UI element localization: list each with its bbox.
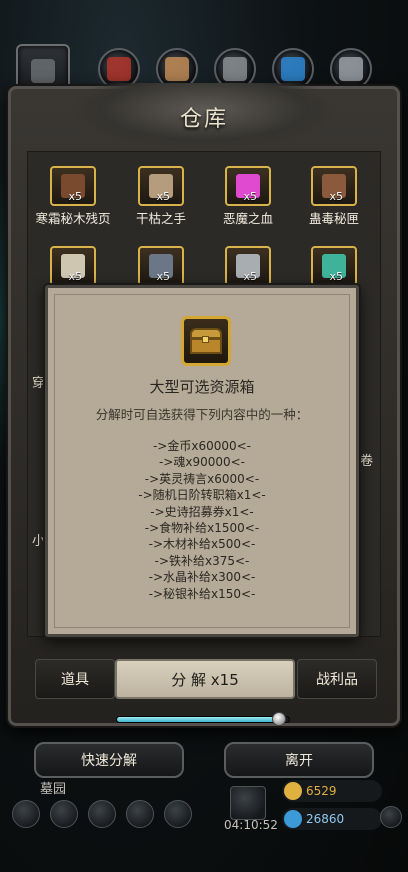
- add-currency-icon[interactable]: [380, 806, 402, 828]
- reward-options-list: ->金币x60000<- ->魂x90000<- ->英灵祷言x6000<- -…: [48, 438, 356, 602]
- timer: 04:10:52: [224, 818, 278, 832]
- chain-icon: [339, 57, 363, 81]
- tab-items[interactable]: 道具: [35, 659, 115, 699]
- gem-counter: 26860: [282, 808, 382, 830]
- item-name: 寒霜秘木残页: [35, 211, 111, 226]
- item-slot: x5: [138, 246, 184, 286]
- item-name: 恶魔之血: [222, 211, 273, 226]
- item-qty: x5: [68, 270, 82, 283]
- reward-option: ->随机日阶转职箱x1<-: [138, 488, 266, 503]
- dialog-subtitle: 分解时可自选获得下列内容中的一种：: [95, 407, 309, 422]
- item-qty: x5: [329, 270, 343, 283]
- quick-decompose-button[interactable]: 快速分解: [34, 742, 184, 778]
- item-qty: x5: [156, 270, 170, 283]
- helmet-icon: [31, 59, 55, 83]
- progress-knob[interactable]: [271, 712, 286, 726]
- inventory-item[interactable]: x5: [131, 246, 191, 286]
- item-slot: x5: [138, 166, 184, 206]
- hud-button[interactable]: [50, 800, 78, 828]
- inventory-item[interactable]: x5: [43, 246, 103, 286]
- hud-button[interactable]: [164, 800, 192, 828]
- gift-box-icon[interactable]: [230, 786, 266, 820]
- item-name: 干枯之手: [135, 211, 186, 226]
- bracer-icon: [165, 57, 189, 81]
- chest-graphic: [190, 328, 222, 354]
- reward-option: ->秘银补给x150<-: [148, 586, 256, 601]
- chest-lock: [202, 336, 209, 343]
- hud-button[interactable]: [88, 800, 116, 828]
- treasure-chest-icon: [181, 316, 231, 366]
- gauntlet-icon: [223, 57, 247, 81]
- decompose-button[interactable]: 分 解 x15: [115, 659, 295, 699]
- item-qty: x5: [329, 190, 343, 203]
- gem-icon: [284, 810, 302, 828]
- gem-value: 26860: [306, 812, 345, 826]
- zone-label: 墓园: [40, 782, 67, 797]
- inventory-item[interactable]: x5 干枯之手: [131, 166, 191, 227]
- item-slot: x5: [225, 166, 271, 206]
- reward-option: ->金币x60000<-: [152, 439, 252, 453]
- item-qty: x5: [68, 190, 82, 203]
- item-slot: x5: [50, 166, 96, 206]
- inventory-item[interactable]: x5 寒霜秘木残页: [35, 166, 111, 227]
- item-detail-dialog: 大型可选资源箱 分解时可自选获得下列内容中的一种： ->金币x60000<- -…: [45, 285, 359, 637]
- inventory-item[interactable]: x5: [304, 246, 364, 286]
- decompose-progress[interactable]: [116, 712, 290, 726]
- inventory-item[interactable]: x5 恶魔之血: [218, 166, 278, 227]
- inventory-item[interactable]: x5: [218, 246, 278, 286]
- item-qty: x5: [243, 190, 257, 203]
- reward-option: ->食物补给x1500<-: [144, 521, 260, 536]
- item-slot: x5: [311, 166, 357, 206]
- gold-value: 6529: [306, 784, 337, 798]
- reward-option: ->铁补给x375<-: [154, 553, 250, 568]
- tab-loot[interactable]: 战利品: [297, 659, 377, 699]
- item-slot: x5: [50, 246, 96, 286]
- item-qty: x5: [243, 270, 257, 283]
- gold-coin-icon: [284, 782, 302, 800]
- reward-option: ->木材补给x500<-: [148, 537, 256, 552]
- reward-option: ->史诗招募券x1<-: [150, 504, 254, 519]
- item-name-fragment: 小: [32, 534, 46, 549]
- inventory-item[interactable]: x5 蛊毒秘匣: [304, 166, 364, 227]
- item-slot: x5: [311, 246, 357, 286]
- leave-button[interactable]: 离开: [224, 742, 374, 778]
- reward-option: ->水晶补给x300<-: [148, 570, 256, 585]
- item-name: 蛊毒秘匣: [308, 211, 359, 226]
- window-title: 仓库: [179, 107, 228, 132]
- reward-option: ->魂x90000<-: [158, 455, 246, 470]
- gold-counter: 6529: [282, 780, 382, 802]
- item-qty: x5: [156, 190, 170, 203]
- dialog-title: 大型可选资源箱: [149, 378, 255, 396]
- hud-button[interactable]: [126, 800, 154, 828]
- blue-crystal-icon: [281, 57, 305, 81]
- item-name-fragment: 卷: [360, 454, 374, 469]
- item-slot: x5: [225, 246, 271, 286]
- hud-button[interactable]: [12, 800, 40, 828]
- reward-option: ->英灵祷言x6000<-: [144, 471, 260, 486]
- item-name-fragment: 穿: [32, 376, 46, 391]
- red-armor-icon: [107, 57, 131, 81]
- progress-fill: [117, 717, 279, 722]
